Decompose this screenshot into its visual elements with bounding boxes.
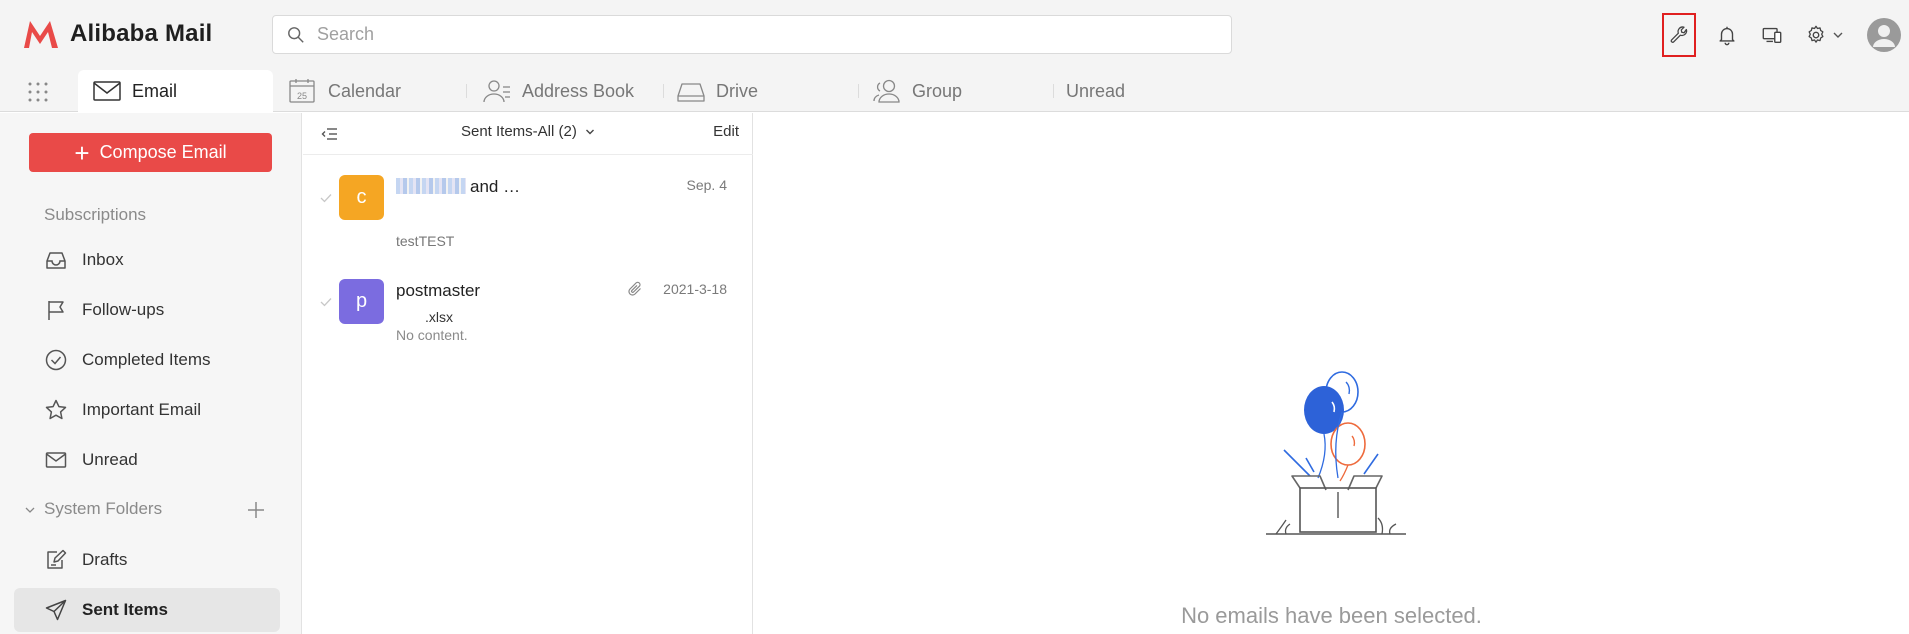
checkmark-icon[interactable]: [320, 193, 332, 203]
contacts-icon: [483, 80, 510, 103]
sidebar-item-label: Completed Items: [82, 350, 211, 369]
message-date: Sep. 4: [686, 177, 727, 193]
sidebar-item-completed[interactable]: Completed Items: [14, 338, 280, 382]
sidebar-item-unread[interactable]: Unread: [14, 438, 280, 482]
sidebar: + Compose Email Subscriptions Inbox Foll…: [0, 113, 302, 634]
list-header: Sent Items-All (2) Edit: [303, 113, 753, 155]
sender-name: and …: [396, 177, 520, 197]
sender-avatar: c: [339, 175, 384, 220]
calendar-icon: 25: [289, 79, 315, 103]
sidebar-item-sent[interactable]: Sent Items: [14, 588, 280, 632]
user-avatar-button[interactable]: [1862, 13, 1906, 57]
tab-calendar[interactable]: 25 Calendar: [288, 70, 401, 112]
notifications-button[interactable]: [1709, 13, 1745, 57]
brand-name: Alibaba Mail: [70, 20, 213, 47]
sidebar-item-inbox[interactable]: Inbox: [14, 238, 280, 282]
tab-address-book[interactable]: Address Book: [482, 70, 634, 112]
chevron-down-icon: [586, 129, 595, 135]
message-preview: No content.: [396, 327, 468, 343]
tab-label: Address Book: [522, 80, 635, 101]
empty-state-illustration: [1266, 371, 1406, 535]
plus-icon: +: [74, 137, 90, 168]
flag-icon: [48, 301, 64, 320]
devices-icon: [1762, 27, 1782, 44]
sidebar-item-label: Important Email: [82, 400, 202, 419]
settings-button[interactable]: [1799, 13, 1849, 57]
drive-icon: [677, 83, 705, 102]
tab-label: Drive: [716, 80, 759, 101]
tab-divider: [1053, 84, 1054, 98]
sidebar-item-label: Unread: [82, 450, 138, 469]
drafts-icon: [47, 549, 67, 569]
tab-divider: [858, 84, 859, 98]
bell-icon: [1719, 26, 1735, 46]
tab-label: Calendar: [328, 80, 402, 101]
tab-email[interactable]: Email: [78, 70, 273, 112]
tab-group[interactable]: Group: [872, 70, 962, 112]
sidebar-item-label: Sent Items: [82, 600, 168, 619]
empty-state-message: No emails have been selected.: [1181, 603, 1482, 628]
top-bar: Alibaba Mail Search Email 25 Calendar Ad…: [0, 0, 1909, 112]
compose-label: Compose Email: [99, 142, 227, 162]
sender-name: postmaster: [396, 281, 481, 300]
tab-drive[interactable]: Drive: [676, 70, 758, 112]
tab-divider: [466, 84, 467, 98]
message-preview: testTEST: [396, 233, 455, 249]
attachment-icon: [628, 281, 641, 296]
message-list-pane: Sent Items-All (2) Edit c and … Sep. 4 t…: [303, 113, 753, 634]
folder-filter-dropdown[interactable]: Sent Items-All (2): [303, 123, 753, 140]
group-icon: [873, 79, 900, 103]
check-circle-icon: [45, 349, 67, 371]
search-input[interactable]: [317, 24, 1197, 45]
chevron-down-icon: [1833, 32, 1843, 38]
envelope-icon: [45, 452, 67, 468]
search-icon: [288, 26, 304, 43]
redacted-sender-names: [396, 178, 466, 194]
checkmark-icon[interactable]: [320, 297, 332, 307]
star-icon: [45, 399, 67, 420]
message-row[interactable]: c and … Sep. 4 testTEST: [303, 155, 753, 257]
tab-divider: [663, 84, 664, 98]
gear-icon: [1808, 25, 1824, 43]
sender-suffix: and …: [470, 177, 521, 196]
chevron-down-icon[interactable]: [24, 504, 36, 516]
tab-label: Email: [132, 80, 178, 101]
sidebar-item-label: Inbox: [82, 250, 124, 269]
app-grid-icon[interactable]: [26, 80, 50, 104]
devices-button[interactable]: [1754, 13, 1790, 57]
sidebar-item-important[interactable]: Important Email: [14, 388, 280, 432]
send-icon: [45, 599, 67, 621]
tab-unread[interactable]: Unread: [1066, 70, 1125, 112]
subscriptions-heading: Subscriptions: [44, 205, 147, 224]
message-date: 2021-3-18: [663, 281, 727, 297]
logo-mark-icon: [24, 21, 58, 48]
folder-title-label: Sent Items-All (2): [460, 123, 577, 140]
message-subject: .xlsx: [425, 309, 453, 325]
message-row[interactable]: p postmaster 2021-3-18 .xlsx No content.: [303, 259, 753, 361]
sidebar-item-label: Follow-ups: [82, 300, 165, 319]
wrench-icon: [1670, 26, 1688, 43]
edit-button[interactable]: Edit: [713, 123, 739, 140]
search-bar[interactable]: [272, 15, 1232, 54]
inbox-icon: [46, 252, 66, 269]
compose-email-button[interactable]: + Compose Email: [29, 133, 272, 172]
user-avatar-icon: [1867, 18, 1901, 52]
alibaba-mail-logo[interactable]: Alibaba Mail: [22, 18, 212, 50]
calendar-day-number: 25: [297, 91, 307, 101]
add-folder-icon[interactable]: [245, 499, 267, 521]
system-folders-heading[interactable]: System Folders: [44, 499, 162, 519]
tools-button[interactable]: [1662, 13, 1696, 57]
sidebar-item-label: Drafts: [82, 550, 128, 569]
sidebar-item-drafts[interactable]: Drafts: [14, 538, 280, 582]
sender-avatar: p: [339, 279, 384, 324]
tab-label: Group: [912, 80, 963, 101]
sidebar-item-follow-ups[interactable]: Follow-ups: [14, 288, 280, 332]
tab-label: Unread: [1066, 80, 1126, 101]
envelope-icon: [93, 81, 121, 101]
